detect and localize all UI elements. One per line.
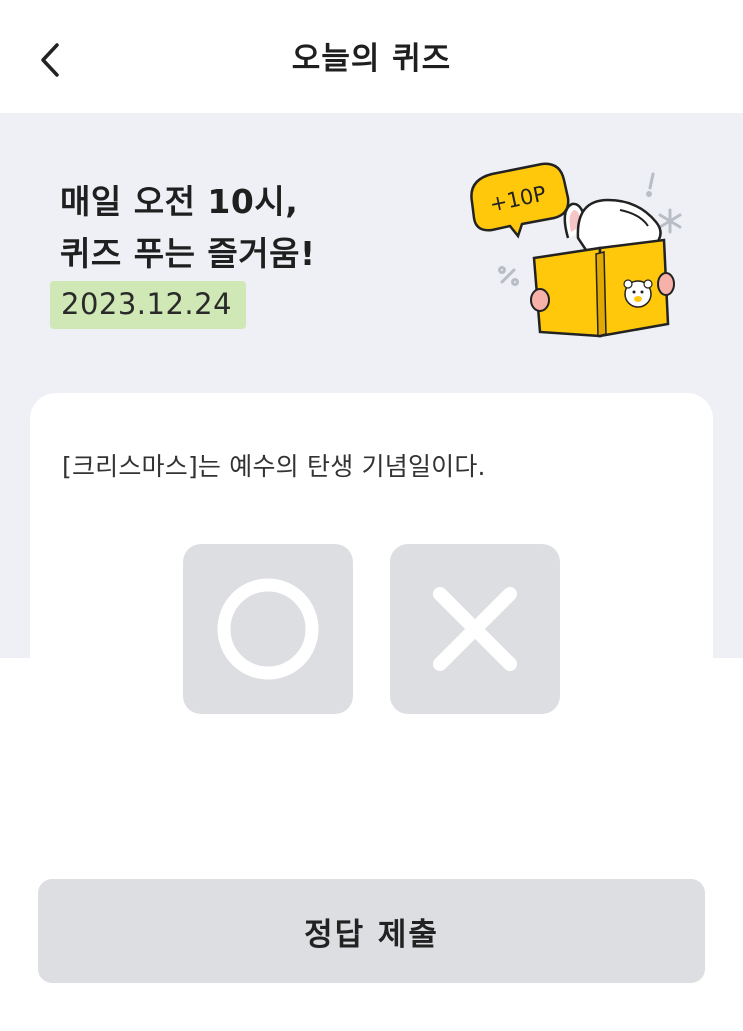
page-title: 오늘의 퀴즈 bbox=[291, 41, 452, 77]
left-paw bbox=[530, 288, 550, 312]
quiz-question: [크리스마스]는 예수의 탄생 기념일이다. bbox=[62, 452, 486, 481]
right-paw bbox=[657, 272, 675, 296]
book bbox=[532, 238, 670, 338]
points-badge: +10P bbox=[470, 162, 570, 239]
headline-line-1: 매일 오전 10시, bbox=[60, 182, 299, 221]
circle-o-icon bbox=[217, 578, 319, 680]
rabbit-reading-book-illustration: +10P bbox=[470, 162, 682, 338]
answer-o-button[interactable] bbox=[183, 544, 353, 714]
hero-headline: 매일 오전 10시, 퀴즈 푸는 즐거움! bbox=[60, 176, 316, 280]
headline-line-2: 퀴즈 푸는 즐거움! bbox=[60, 234, 316, 273]
submit-answer-button[interactable]: 정답 제출 bbox=[38, 879, 705, 983]
quiz-date: 2023.12.24 bbox=[50, 281, 247, 329]
top-bar: 오늘의 퀴즈 bbox=[0, 0, 743, 113]
cross-x-icon bbox=[433, 587, 517, 671]
answer-x-button[interactable] bbox=[390, 544, 560, 714]
